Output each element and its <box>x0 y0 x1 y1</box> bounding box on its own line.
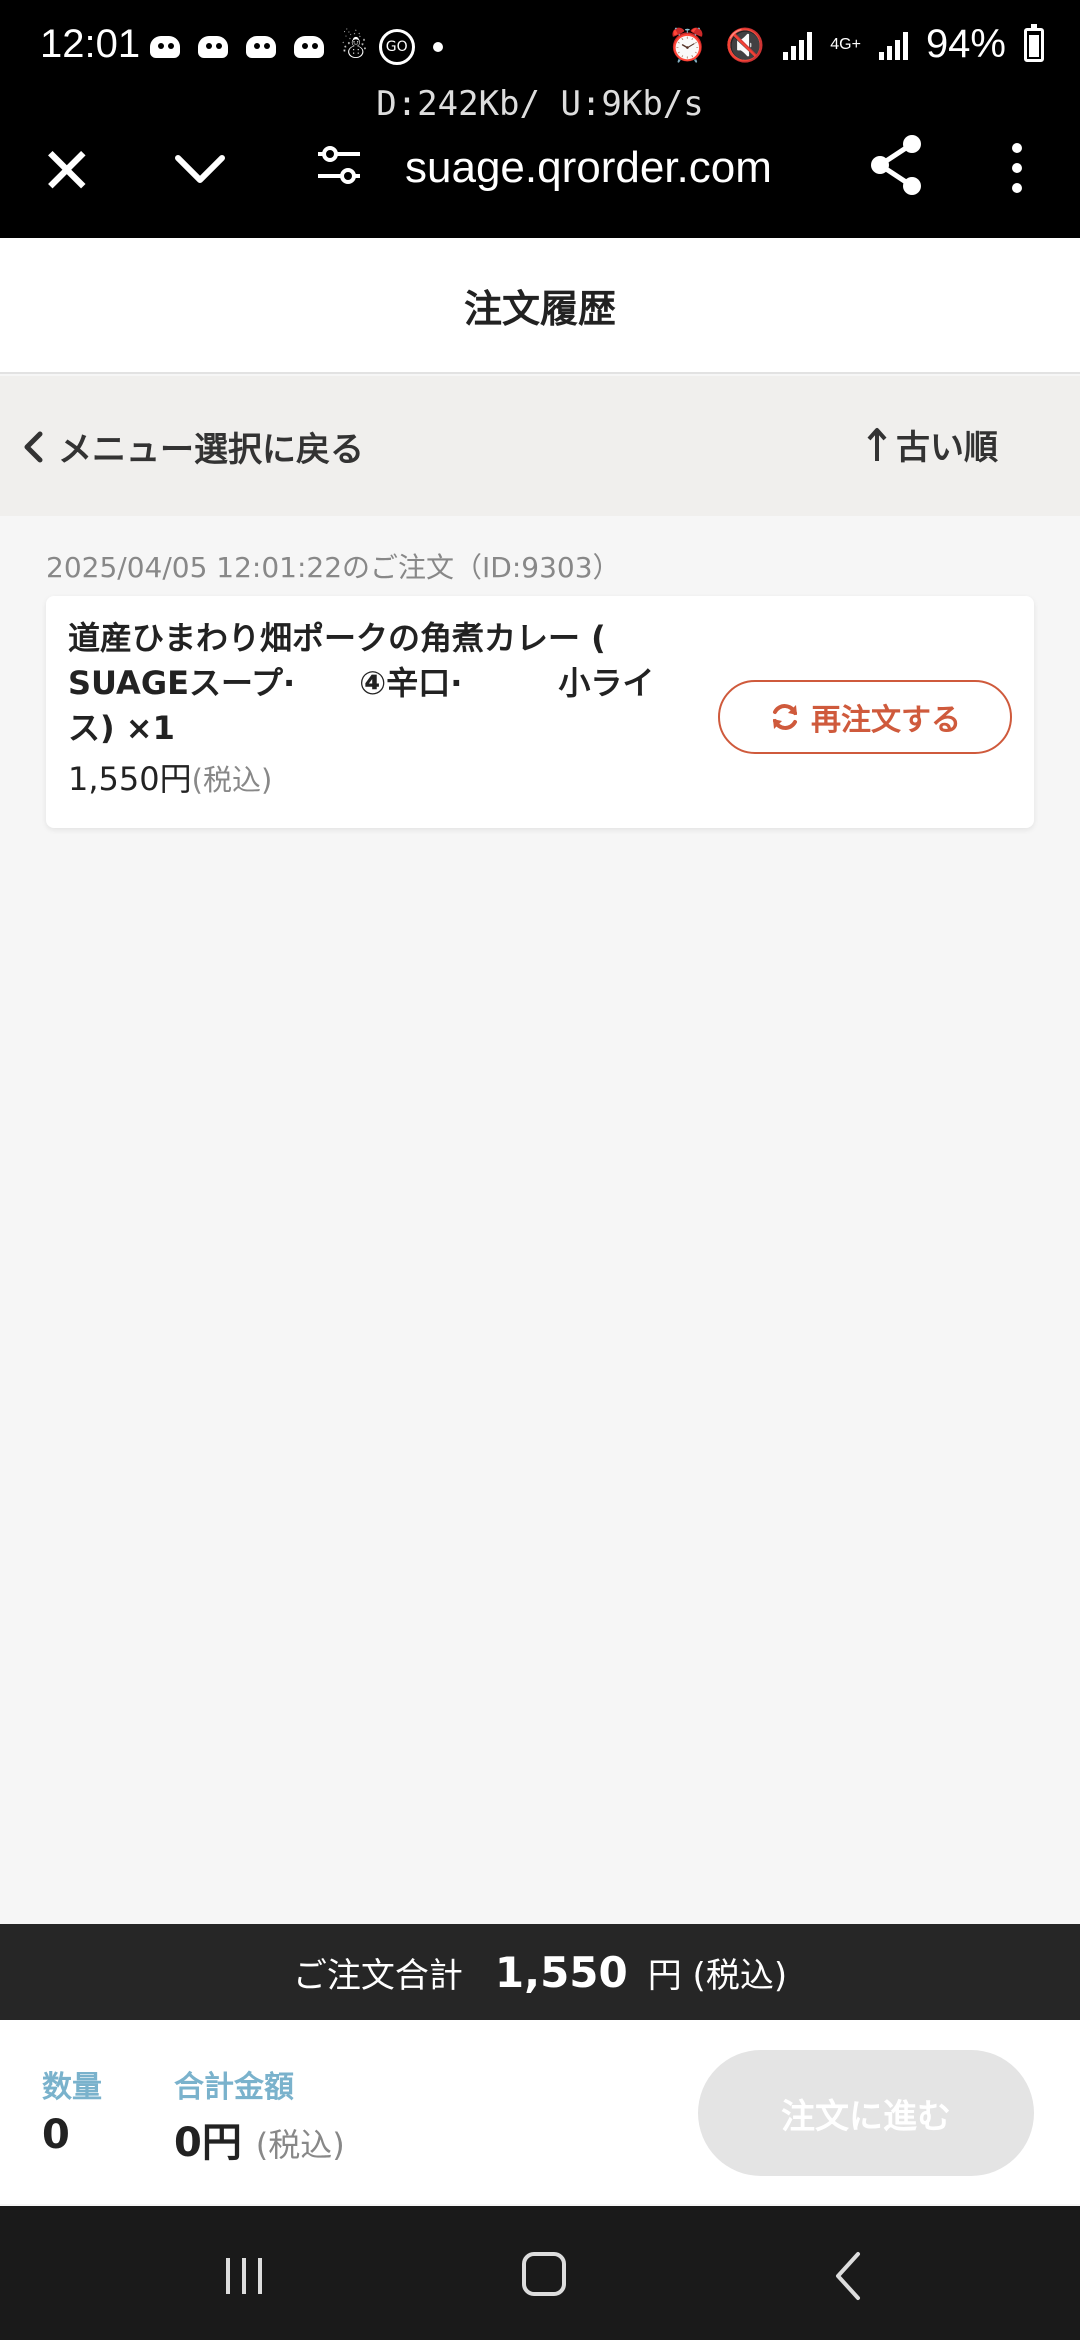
quantity-label: 数量 <box>42 2070 102 2105</box>
alarm-icon: ⏰ <box>667 26 708 63</box>
gamepad-icon <box>148 30 186 64</box>
quantity-value: 0 <box>42 2112 70 2158</box>
cell-signal-icon <box>878 30 908 60</box>
order-item-price-value: 1,550円 <box>68 760 192 798</box>
sort-order-toggle[interactable]: 古い順 <box>866 420 998 469</box>
total-price-tax: (税込) <box>255 2126 345 2164</box>
share-icon[interactable] <box>866 130 926 200</box>
back-icon[interactable] <box>832 2250 864 2302</box>
wifi-signal-icon <box>783 30 813 60</box>
proceed-to-order-button[interactable]: 注文に進む <box>698 2050 1034 2176</box>
order-total-amount: 1,550 <box>494 1947 628 1997</box>
recent-apps-icon[interactable] <box>222 2256 266 2296</box>
status-right: ⏰ 🔇 4G+ 94% <box>668 22 1044 67</box>
cart-summary-bar: 数量 0 合計金額 0円 (税込) 注文に進む <box>0 2020 1080 2204</box>
sub-navigation-bar: メニュー選択に戻る 古い順 <box>0 376 1080 516</box>
reorder-button[interactable]: 再注文する <box>718 680 1012 754</box>
mute-icon: 🔇 <box>725 26 766 63</box>
total-price-label: 合計金額 <box>174 2070 294 2105</box>
refresh-icon <box>773 704 797 730</box>
home-icon[interactable] <box>522 2252 566 2296</box>
order-meta: 2025/04/05 12:01:22のご注文（ID:9303） <box>46 551 621 584</box>
arrow-up-icon <box>867 427 887 461</box>
more-notifications-dot <box>432 42 443 52</box>
battery-percent: 94% <box>925 22 1006 66</box>
order-total-suffix: 円 (税込) <box>647 1955 788 1996</box>
network-type: 4G+ <box>830 35 861 53</box>
order-item-price-tax: (税込) <box>191 763 273 797</box>
battery-icon <box>1024 23 1044 62</box>
close-icon[interactable]: ✕ <box>40 132 94 212</box>
url-bar[interactable]: suage.qrorder.com <box>405 128 772 208</box>
back-to-menu-link[interactable]: メニュー選択に戻る <box>22 422 364 471</box>
total-price-amount: 0円 <box>174 2120 242 2166</box>
sort-order-label: 古い順 <box>896 428 998 468</box>
mascot-icon: ☃ <box>340 28 369 66</box>
order-item-name: 道産ひまわり畑ポークの角煮カレー ( SUAGEスープ· ④辛口· 小ライス) … <box>68 619 655 747</box>
order-total-label: ご注文合計 <box>292 1955 463 1996</box>
gamepad-icon <box>196 30 234 64</box>
order-item-price: 1,550円(税込) <box>68 754 272 800</box>
more-options-icon[interactable] <box>1002 138 1032 198</box>
go-app-icon: GO <box>378 29 415 65</box>
order-total-bar: ご注文合計 1,550 円 (税込) <box>0 1924 1080 2020</box>
order-card: 道産ひまわり畑ポークの角煮カレー ( SUAGEスープ· ④辛口· 小ライス) … <box>46 596 1034 828</box>
page-header: 注文履歴 <box>0 238 1080 374</box>
chevron-left-icon <box>24 431 43 462</box>
browser-toolbar: ✕ suage.qrorder.com <box>0 118 1080 238</box>
reorder-label: 再注文する <box>811 703 961 738</box>
chevron-down-icon[interactable] <box>170 138 230 198</box>
page-title: 注文履歴 <box>463 286 616 331</box>
back-to-menu-label: メニュー選択に戻る <box>58 430 364 470</box>
site-settings-icon[interactable] <box>314 140 364 190</box>
gamepad-icon <box>292 30 330 64</box>
system-navigation-bar <box>0 2206 1080 2340</box>
total-price-value: 0円 (税込) <box>174 2110 345 2168</box>
gamepad-icon <box>244 30 282 64</box>
notification-icons: ☃ GO <box>148 28 443 66</box>
status-time: 12:01 <box>40 22 141 66</box>
